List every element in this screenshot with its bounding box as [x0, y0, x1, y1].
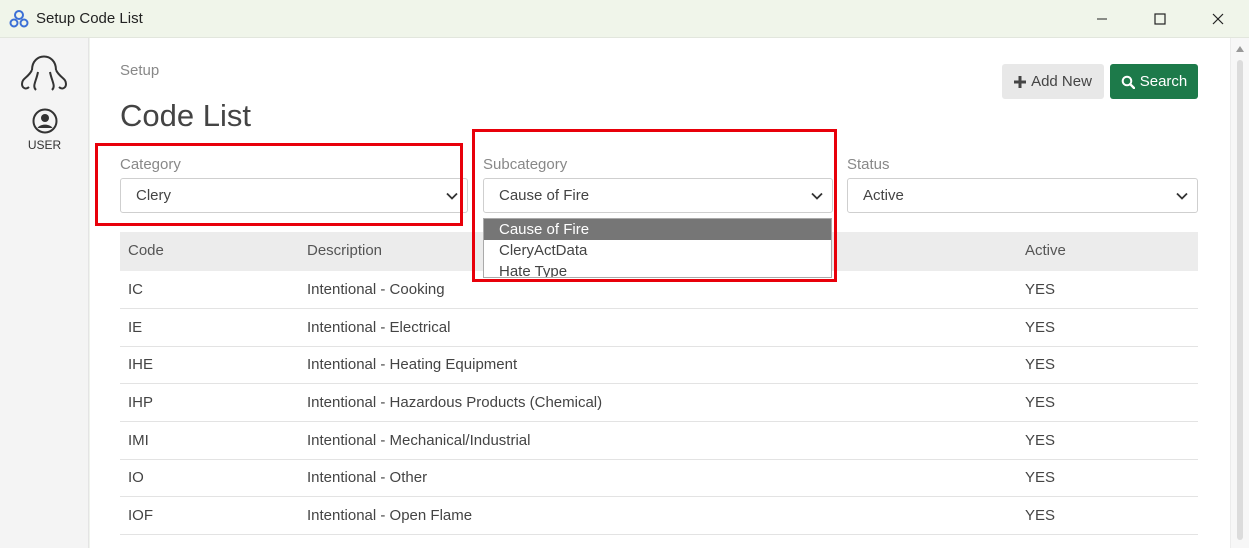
- table-row[interactable]: IMI Intentional - Mechanical/Industrial …: [120, 422, 1198, 460]
- cell-code: IO: [128, 469, 144, 486]
- cell-active: YES: [1025, 507, 1056, 524]
- cell-code: IHP: [128, 394, 154, 411]
- breadcrumb[interactable]: Setup: [120, 62, 159, 79]
- table-row[interactable]: IO Intentional - Other YES: [120, 459, 1198, 497]
- table-row[interactable]: IOF Intentional - Open Flame YES: [120, 497, 1198, 535]
- minimize-button[interactable]: [1073, 0, 1131, 38]
- search-icon: [1121, 75, 1135, 89]
- status-value: Active: [863, 187, 904, 204]
- search-label: Search: [1139, 73, 1188, 90]
- maximize-icon: [1154, 13, 1166, 25]
- table-row[interactable]: IHE Intentional - Heating Equipment YES: [120, 346, 1198, 384]
- close-button[interactable]: [1189, 0, 1247, 38]
- highlight-box-category: [95, 143, 463, 226]
- maximize-button[interactable]: [1131, 0, 1189, 38]
- cell-active: YES: [1025, 432, 1056, 449]
- search-button[interactable]: Search: [1110, 64, 1198, 99]
- cell-code: IOF: [128, 507, 153, 524]
- cell-code: IHE: [128, 356, 154, 373]
- close-icon: [1212, 13, 1224, 25]
- cell-description: Intentional - Hazardous Products (Chemic…: [307, 394, 603, 411]
- table-row[interactable]: IE Intentional - Electrical YES: [120, 309, 1198, 347]
- scroll-up-icon[interactable]: [1236, 46, 1244, 52]
- cell-active: YES: [1025, 469, 1056, 486]
- highlight-box-subcategory: [472, 129, 837, 282]
- plus-icon: [1014, 75, 1027, 88]
- status-label: Status: [847, 156, 890, 173]
- add-new-button[interactable]: Add New: [1002, 64, 1104, 99]
- sidebar: USER: [0, 38, 89, 548]
- column-header-description[interactable]: Description: [307, 232, 382, 270]
- cell-description: Intentional - Other: [307, 469, 428, 486]
- page-title: Code List: [120, 98, 251, 133]
- scrollbar[interactable]: [1230, 38, 1249, 548]
- minimize-icon: [1097, 18, 1107, 20]
- user-icon[interactable]: [32, 108, 58, 134]
- scroll-thumb[interactable]: [1237, 60, 1243, 540]
- user-label[interactable]: USER: [0, 138, 89, 152]
- cell-active: YES: [1025, 394, 1056, 411]
- cell-description: Intentional - Electrical: [307, 319, 451, 336]
- window-title: Setup Code List: [36, 10, 143, 27]
- cell-code: IMI: [128, 432, 149, 449]
- cell-active: YES: [1025, 281, 1056, 298]
- cell-description: Intentional - Heating Equipment: [307, 356, 518, 373]
- add-new-label: Add New: [1031, 73, 1092, 90]
- cell-active: YES: [1025, 356, 1056, 373]
- cell-description: Intentional - Open Flame: [307, 507, 473, 524]
- cell-description: Intentional - Cooking: [307, 281, 445, 298]
- octopus-logo-icon[interactable]: [18, 48, 70, 94]
- column-header-active[interactable]: Active: [1025, 232, 1066, 270]
- cell-code: IE: [128, 319, 143, 336]
- title-bar: Setup Code List: [0, 0, 1249, 38]
- cell-active: YES: [1025, 319, 1056, 336]
- status-select[interactable]: Active: [847, 178, 1198, 213]
- column-header-code[interactable]: Code: [128, 232, 164, 270]
- app-logo-icon: [9, 10, 29, 28]
- cell-description: Intentional - Mechanical/Industrial: [307, 432, 531, 449]
- chevron-down-icon: [1176, 192, 1188, 200]
- cell-code: IC: [128, 281, 143, 298]
- table-row[interactable]: IHP Intentional - Hazardous Products (Ch…: [120, 384, 1198, 422]
